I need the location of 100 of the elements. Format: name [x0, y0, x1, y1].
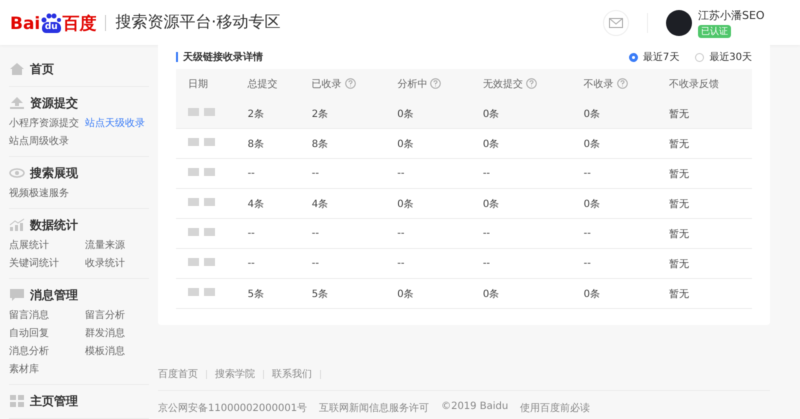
section-title[interactable]: 数据统计 [30, 216, 78, 234]
table-cell: -- [236, 158, 300, 188]
sidebar-link[interactable]: 视频极速服务 [9, 186, 85, 202]
chat-icon [9, 288, 25, 302]
card-title: 天级链接收录详情 [183, 50, 263, 64]
table-cell: -- [300, 158, 386, 188]
sidebar-link[interactable]: 自动回复 [9, 326, 85, 342]
help-icon[interactable] [526, 78, 537, 89]
table-cell: 暂无 [657, 99, 752, 128]
upload-icon [9, 96, 25, 110]
sidebar-link[interactable]: 留言分析 [85, 308, 149, 324]
legal-text[interactable]: 互联网新闻信息服务许可 [319, 401, 430, 415]
table-cell: 0条 [572, 128, 658, 158]
footer-link[interactable]: 联系我们 [272, 367, 312, 381]
blurred-date [188, 258, 215, 266]
table-cell: -- [572, 218, 658, 248]
table-cell: 暂无 [657, 278, 752, 308]
user-name[interactable]: 江苏小潘SEO [698, 8, 765, 22]
table-cell: 0条 [385, 278, 471, 308]
sidebar-link[interactable]: 关键词统计 [9, 256, 85, 272]
table-cell: 5条 [300, 278, 386, 308]
eye-icon [9, 166, 25, 180]
sidebar-link[interactable]: 模板消息 [85, 344, 149, 360]
sidebar-link[interactable]: 站点天级收录 [85, 116, 149, 132]
table-cell: -- [300, 218, 386, 248]
footer-link[interactable]: 百度首页 [158, 367, 198, 381]
table-cell: -- [236, 248, 300, 278]
table-cell: 5条 [236, 278, 300, 308]
sidebar-link[interactable]: 群发消息 [85, 326, 149, 342]
range-radio[interactable]: 最近7天 [628, 50, 680, 64]
table-cell: 0条 [385, 128, 471, 158]
table-cell: -- [385, 158, 471, 188]
mail-button[interactable] [603, 10, 629, 36]
column-header: 日期 [176, 69, 236, 99]
sidebar-link[interactable]: 站点周级收录 [9, 134, 85, 150]
sidebar-link[interactable]: 收录统计 [85, 256, 149, 272]
column-header: 不收录反馈 [657, 69, 752, 99]
table-cell: -- [470, 158, 572, 188]
column-header: 无效提交 [470, 69, 572, 99]
logo-text: Bai [10, 14, 40, 32]
help-icon[interactable] [430, 78, 442, 89]
blurred-date [188, 138, 215, 146]
table-cell: 0条 [572, 278, 658, 308]
table-cell: 0条 [572, 188, 658, 218]
table-cell: 暂无 [657, 248, 752, 278]
table-cell: 0条 [470, 278, 572, 308]
column-header: 不收录 [572, 69, 658, 99]
avatar[interactable] [666, 10, 692, 36]
blurred-date [188, 228, 215, 236]
table-cell: -- [385, 218, 471, 248]
mail-icon [609, 18, 623, 28]
table-cell: 0条 [385, 188, 471, 218]
sidebar-link[interactable]: 点展统计 [9, 238, 85, 254]
table-cell: 0条 [385, 99, 471, 128]
help-icon[interactable] [344, 78, 356, 89]
legal-text[interactable]: ©2019 Baidu [441, 401, 508, 415]
table-cell: -- [236, 218, 300, 248]
table-cell: -- [572, 158, 658, 188]
sidebar-link[interactable]: 留言消息 [9, 308, 85, 324]
table-cell: 4条 [236, 188, 300, 218]
footer-link[interactable]: 搜索学院 [215, 367, 255, 381]
grid-icon [9, 394, 25, 408]
paw-logo: du [41, 12, 62, 32]
legal-text[interactable]: 京公网安备11000002000001号 [158, 401, 308, 415]
table-cell: 0条 [470, 99, 572, 128]
legal-text[interactable]: 使用百度前必读 [520, 401, 590, 415]
table-cell: -- [300, 248, 386, 278]
column-header: 分析中 [385, 69, 471, 99]
verified-badge: 已认证 [698, 24, 731, 38]
sidebar-link[interactable]: 小程序资源提交 [9, 116, 85, 132]
table-cell: 0条 [572, 99, 658, 128]
table-cell: 暂无 [657, 128, 752, 158]
table-cell: 8条 [300, 128, 386, 158]
home-icon [9, 62, 25, 76]
table-cell: 2条 [300, 99, 386, 128]
range-radio[interactable]: 最近30天 [695, 50, 752, 64]
column-header: 总提交 [236, 69, 300, 99]
sidebar-link[interactable]: 素材库 [9, 362, 85, 378]
logo-text: 百度 [62, 14, 96, 32]
chart-icon [9, 218, 25, 232]
table-cell: -- [385, 248, 471, 278]
table-cell: -- [572, 248, 658, 278]
baidu-logo[interactable]: Bai du 百度 [10, 12, 96, 32]
blurred-date [188, 168, 215, 176]
section-title[interactable]: 首页 [30, 60, 54, 78]
section-title[interactable]: 资源提交 [30, 94, 78, 112]
section-title[interactable]: 消息管理 [30, 286, 78, 304]
table-cell: -- [470, 218, 572, 248]
sidebar-link[interactable]: 流量来源 [85, 238, 149, 254]
table-cell: 2条 [236, 99, 300, 128]
blurred-date [188, 288, 215, 296]
help-icon[interactable] [616, 78, 628, 89]
table-cell: 暂无 [657, 218, 752, 248]
table-cell: -- [470, 248, 572, 278]
section-title[interactable]: 搜索展现 [30, 164, 78, 182]
platform-title: 搜索资源平台·移动专区 [115, 12, 280, 33]
blurred-date [188, 198, 215, 206]
sidebar-link[interactable]: 消息分析 [9, 344, 85, 360]
section-title[interactable]: 主页管理 [30, 392, 78, 410]
blurred-date [188, 108, 215, 116]
